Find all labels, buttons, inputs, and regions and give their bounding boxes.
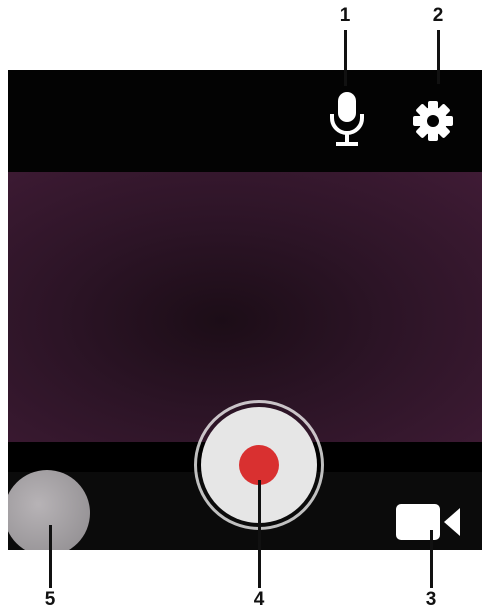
callout-4: 4 (253, 589, 265, 610)
leader-line-2 (437, 30, 440, 84)
leader-line-5 (49, 525, 52, 588)
top-bar (8, 70, 482, 172)
callout-3: 3 (425, 589, 437, 610)
microphone-icon[interactable] (327, 90, 367, 150)
callout-2: 2 (432, 5, 444, 26)
gear-icon[interactable] (412, 100, 454, 142)
leader-line-1 (344, 30, 347, 86)
callout-1: 1 (339, 5, 351, 26)
leader-line-4 (258, 480, 261, 588)
record-dot-icon (239, 445, 279, 485)
callout-5: 5 (44, 589, 56, 610)
leader-line-3 (430, 530, 433, 588)
camera-screen (8, 70, 482, 550)
video-camera-icon[interactable] (394, 502, 464, 542)
